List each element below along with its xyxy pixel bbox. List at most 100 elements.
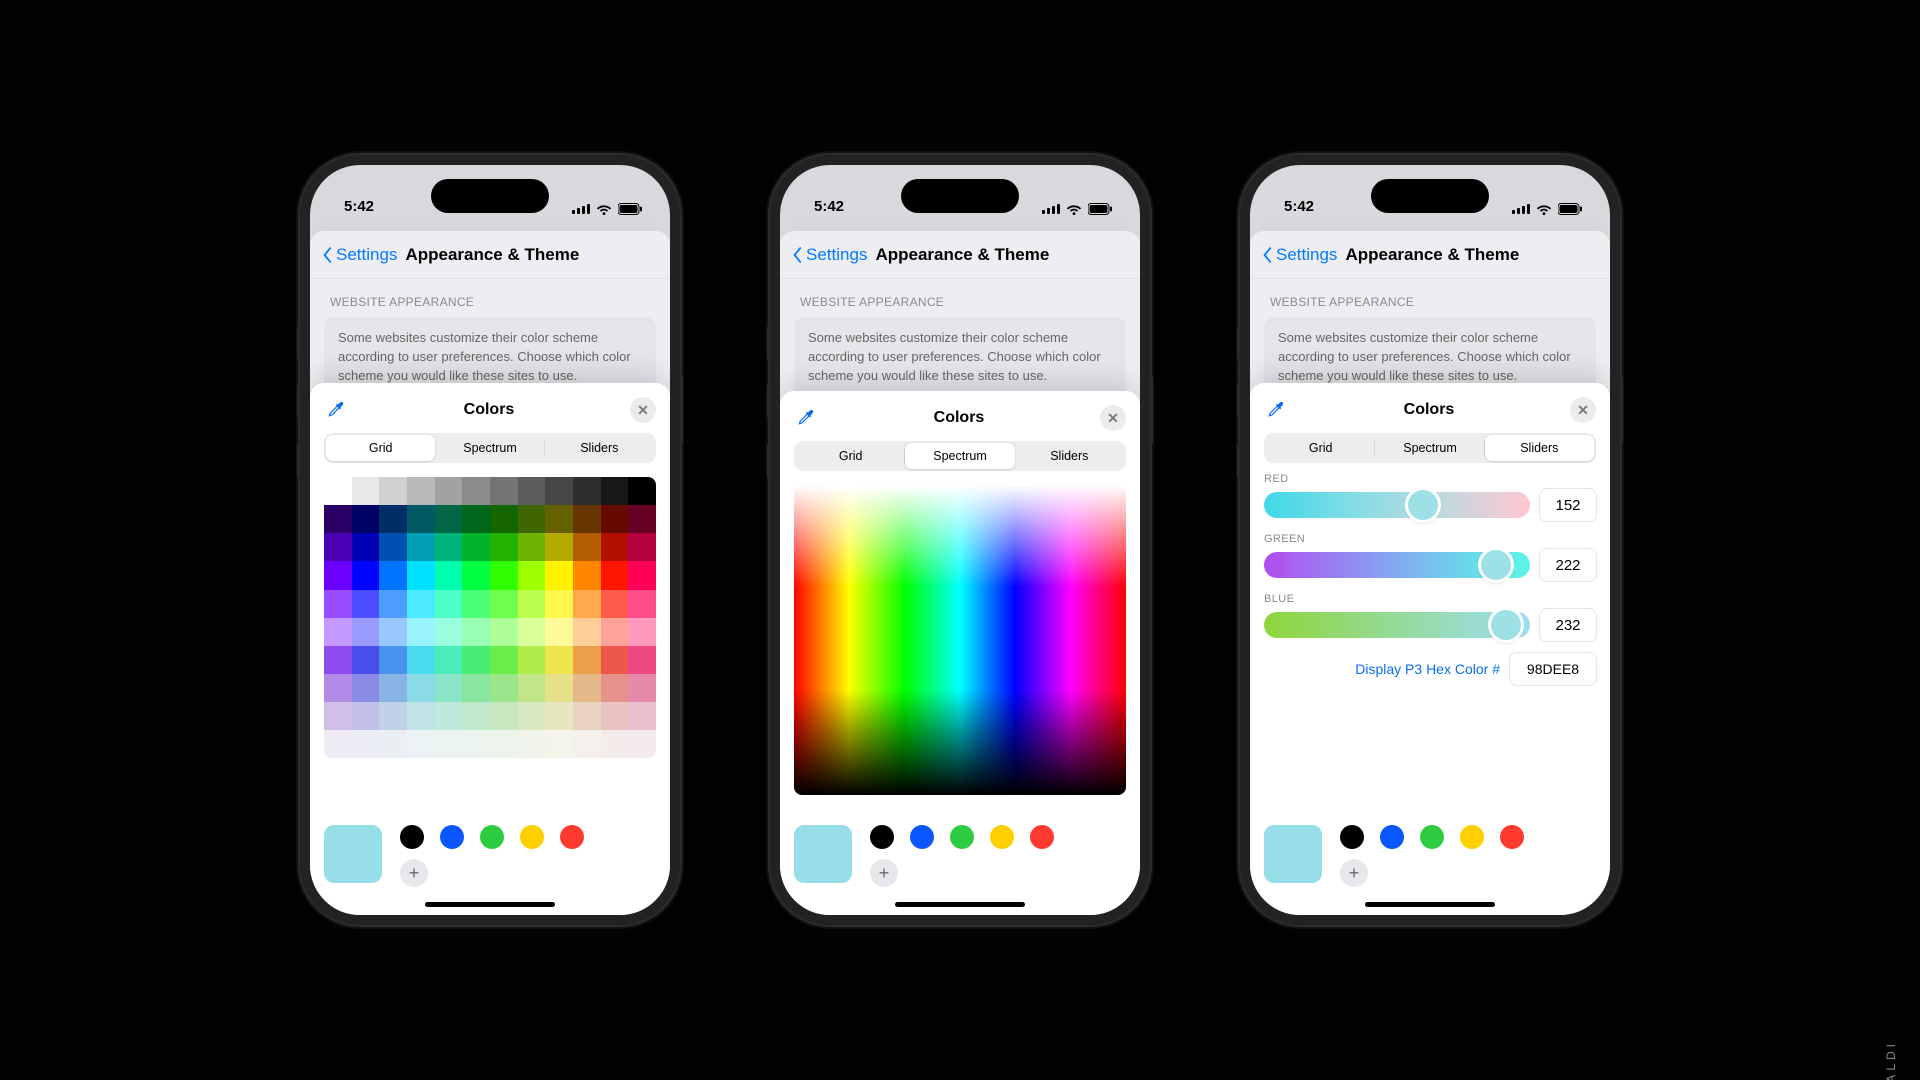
cellular-icon [572, 204, 590, 214]
slider-value-blue[interactable]: 232 [1540, 609, 1596, 641]
slider-thumb[interactable] [1408, 490, 1438, 520]
phone-mockup-grid: 5:42 Settings Appearance & Theme WEBSITE… [300, 155, 680, 925]
battery-icon [1558, 203, 1582, 215]
tab-grid[interactable]: Grid [796, 443, 905, 469]
preset-swatch[interactable] [1460, 825, 1484, 849]
preset-swatch[interactable] [480, 825, 504, 849]
hex-label[interactable]: Display P3 Hex Color # [1355, 661, 1500, 677]
home-indicator[interactable] [425, 902, 555, 907]
wifi-icon [1066, 203, 1082, 215]
eyedropper-button[interactable] [1264, 400, 1288, 420]
battery-icon [618, 203, 642, 215]
color-picker-sheet: Colors ✕ Grid Spectrum Sliders + [780, 391, 1140, 915]
tab-spectrum[interactable]: Spectrum [1375, 435, 1484, 461]
color-spectrum[interactable] [794, 485, 1126, 795]
slider-thumb[interactable] [1481, 550, 1511, 580]
swatch-row: + [324, 825, 656, 887]
section-header: WEBSITE APPEARANCE [310, 279, 670, 317]
tab-grid[interactable]: Grid [1266, 435, 1375, 461]
color-picker-sheet: Colors ✕ Grid Spectrum Sliders + [310, 383, 670, 915]
stage: 5:42 Settings Appearance & Theme WEBSITE… [0, 0, 1920, 1080]
preset-swatch[interactable] [1420, 825, 1444, 849]
status-indicators [572, 203, 642, 215]
close-button[interactable]: ✕ [1570, 397, 1596, 423]
preset-swatch[interactable] [560, 825, 584, 849]
sheet-title: Colors [934, 409, 985, 427]
color-grid[interactable] [324, 477, 656, 758]
slider-track-red[interactable] [1264, 492, 1530, 518]
preset-swatch[interactable] [870, 825, 894, 849]
close-button[interactable]: ✕ [1100, 405, 1126, 431]
current-color-swatch [794, 825, 852, 883]
sheet-title: Colors [464, 401, 515, 419]
battery-icon [1088, 203, 1112, 215]
slider-value-green[interactable]: 222 [1540, 549, 1596, 581]
picker-mode-segmented: Grid Spectrum Sliders [794, 441, 1126, 471]
slider-thumb[interactable] [1491, 610, 1521, 640]
swatch-row: + [794, 825, 1126, 887]
picker-mode-segmented: Grid Spectrum Sliders [1264, 433, 1596, 463]
add-swatch-button[interactable]: + [1340, 859, 1368, 887]
slider-track-blue[interactable] [1264, 612, 1530, 638]
close-button[interactable]: ✕ [630, 397, 656, 423]
home-indicator[interactable] [895, 902, 1025, 907]
page-title: Appearance & Theme [397, 245, 660, 265]
section-description: Some websites customize their color sche… [794, 317, 1126, 398]
back-button[interactable]: Settings [1260, 245, 1337, 265]
tab-sliders[interactable]: Sliders [1015, 443, 1124, 469]
hex-value-field[interactable]: 98DEE8 [1510, 653, 1596, 685]
back-label: Settings [806, 245, 867, 265]
preset-swatch[interactable] [1380, 825, 1404, 849]
status-time: 5:42 [344, 198, 374, 215]
current-color-swatch [324, 825, 382, 883]
chevron-left-icon [320, 246, 334, 264]
preset-swatch[interactable] [950, 825, 974, 849]
preset-swatch[interactable] [1340, 825, 1364, 849]
preset-swatch[interactable] [440, 825, 464, 849]
add-swatch-button[interactable]: + [870, 859, 898, 887]
navigation-bar: Settings Appearance & Theme [310, 231, 670, 279]
preset-swatch[interactable] [520, 825, 544, 849]
slider-red: RED 152 [1264, 473, 1596, 521]
cellular-icon [1042, 204, 1060, 214]
preset-swatches [400, 825, 584, 849]
dynamic-island [431, 179, 549, 213]
add-swatch-button[interactable]: + [400, 859, 428, 887]
dynamic-island [901, 179, 1019, 213]
chevron-left-icon [1260, 246, 1274, 264]
preset-swatch[interactable] [910, 825, 934, 849]
tab-sliders[interactable]: Sliders [545, 435, 654, 461]
tab-sliders[interactable]: Sliders [1485, 435, 1594, 461]
status-time: 5:42 [814, 198, 844, 215]
slider-track-green[interactable] [1264, 552, 1530, 578]
tab-spectrum[interactable]: Spectrum [905, 443, 1014, 469]
hex-row: Display P3 Hex Color # 98DEE8 [1264, 653, 1596, 685]
slider-blue: BLUE 232 [1264, 593, 1596, 641]
tab-grid[interactable]: Grid [326, 435, 435, 461]
slider-label: RED [1264, 473, 1596, 485]
wifi-icon [1536, 203, 1552, 215]
back-button[interactable]: Settings [790, 245, 867, 265]
preset-swatch[interactable] [990, 825, 1014, 849]
back-button[interactable]: Settings [320, 245, 397, 265]
slider-value-red[interactable]: 152 [1540, 489, 1596, 521]
eyedropper-button[interactable] [794, 408, 818, 428]
phone-mockup-spectrum: 5:42 Settings Appearance & Theme WEBSITE… [770, 155, 1150, 925]
back-label: Settings [1276, 245, 1337, 265]
preset-swatch[interactable] [400, 825, 424, 849]
preset-swatch[interactable] [1030, 825, 1054, 849]
page-title: Appearance & Theme [1337, 245, 1600, 265]
slider-green: GREEN 222 [1264, 533, 1596, 581]
status-time: 5:42 [1284, 198, 1314, 215]
preset-swatch[interactable] [1500, 825, 1524, 849]
tab-spectrum[interactable]: Spectrum [435, 435, 544, 461]
current-color-swatch [1264, 825, 1322, 883]
page-title: Appearance & Theme [867, 245, 1130, 265]
preset-swatches [870, 825, 1054, 849]
cellular-icon [1512, 204, 1530, 214]
home-indicator[interactable] [1365, 902, 1495, 907]
preset-swatches [1340, 825, 1524, 849]
section-header: WEBSITE APPEARANCE [1250, 279, 1610, 317]
picker-mode-segmented: Grid Spectrum Sliders [324, 433, 656, 463]
eyedropper-button[interactable] [324, 400, 348, 420]
